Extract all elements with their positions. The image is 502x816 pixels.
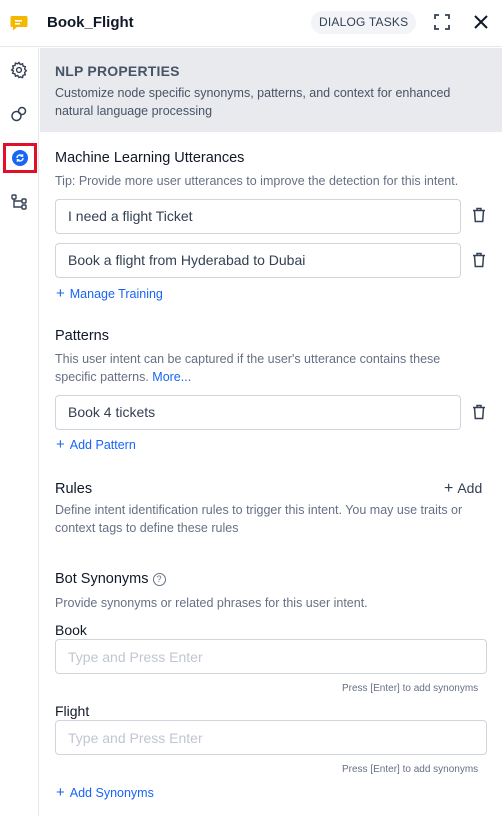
manage-training-link[interactable]: + Manage Training bbox=[56, 285, 163, 302]
patterns-more-link[interactable]: More... bbox=[152, 370, 191, 384]
synonym-hint: Press [Enter] to add synonyms bbox=[342, 683, 479, 694]
plus-icon: + bbox=[444, 480, 454, 497]
add-rule-button[interactable]: + Add bbox=[444, 480, 482, 498]
dialog-tasks-badge[interactable]: DIALOG TASKS bbox=[311, 11, 417, 34]
nlp-properties-panel: NLP PROPERTIES Customize node specific s… bbox=[40, 48, 502, 816]
plus-icon: + bbox=[56, 285, 65, 302]
utterances-tip: Tip: Provide more user utterances to imp… bbox=[55, 174, 459, 188]
add-rule-label: Add bbox=[457, 480, 483, 496]
banner-title: NLP PROPERTIES bbox=[55, 63, 180, 79]
branch-icon bbox=[11, 194, 27, 210]
add-synonyms-link[interactable]: + Add Synonyms bbox=[56, 784, 154, 801]
utterance-field[interactable]: Book a flight from Hyderabad to Dubai bbox=[55, 243, 461, 278]
add-synonyms-label: Add Synonyms bbox=[69, 786, 154, 800]
dialog-header: Book_Flight DIALOG TASKS bbox=[0, 0, 502, 47]
sidebar-item-nlp[interactable] bbox=[3, 143, 37, 173]
manage-training-label: Manage Training bbox=[69, 287, 163, 301]
trash-icon[interactable] bbox=[472, 252, 486, 268]
pattern-field[interactable]: Book 4 tickets bbox=[55, 395, 461, 430]
rules-title: Rules bbox=[55, 481, 93, 497]
link-icon bbox=[11, 106, 27, 122]
gear-icon bbox=[10, 61, 28, 79]
sidebar-item-connections[interactable] bbox=[5, 100, 33, 128]
dialog-title: Book_Flight bbox=[47, 14, 134, 31]
banner-description: Customize node specific synonyms, patter… bbox=[55, 86, 451, 118]
patterns-title: Patterns bbox=[55, 328, 109, 344]
side-nav bbox=[0, 48, 39, 816]
synonyms-description: Provide synonyms or related phrases for … bbox=[55, 596, 368, 610]
nlp-icon bbox=[12, 150, 28, 166]
chat-bubble-icon bbox=[10, 16, 28, 31]
synonym-input-book[interactable] bbox=[55, 639, 487, 674]
synonyms-title-text: Bot Synonyms bbox=[55, 571, 149, 587]
expand-icon[interactable] bbox=[432, 12, 452, 32]
synonym-label-book: Book bbox=[55, 622, 87, 638]
help-icon[interactable]: ? bbox=[152, 573, 166, 586]
plus-icon: + bbox=[56, 436, 65, 453]
patterns-description: This user intent can be captured if the … bbox=[55, 350, 465, 386]
rules-description: Define intent identification rules to tr… bbox=[55, 503, 463, 535]
sidebar-item-flow[interactable] bbox=[5, 188, 33, 216]
add-pattern-link[interactable]: + Add Pattern bbox=[56, 436, 136, 453]
sidebar-item-settings[interactable] bbox=[5, 56, 33, 84]
nlp-banner: NLP PROPERTIES Customize node specific s… bbox=[40, 48, 502, 132]
patterns-description-text: This user intent can be captured if the … bbox=[55, 352, 441, 384]
synonym-input-flight[interactable] bbox=[55, 720, 487, 755]
trash-icon[interactable] bbox=[472, 404, 486, 420]
synonym-label-flight: Flight bbox=[55, 703, 90, 719]
synonym-hint: Press [Enter] to add synonyms bbox=[342, 764, 479, 775]
utterance-field[interactable]: I need a flight Ticket bbox=[55, 199, 461, 234]
utterances-title: Machine Learning Utterances bbox=[55, 150, 245, 166]
trash-icon[interactable] bbox=[472, 207, 486, 223]
add-pattern-label: Add Pattern bbox=[69, 438, 136, 452]
close-icon[interactable] bbox=[471, 12, 491, 32]
plus-icon: + bbox=[56, 784, 65, 801]
synonyms-title: Bot Synonyms? bbox=[55, 571, 166, 587]
